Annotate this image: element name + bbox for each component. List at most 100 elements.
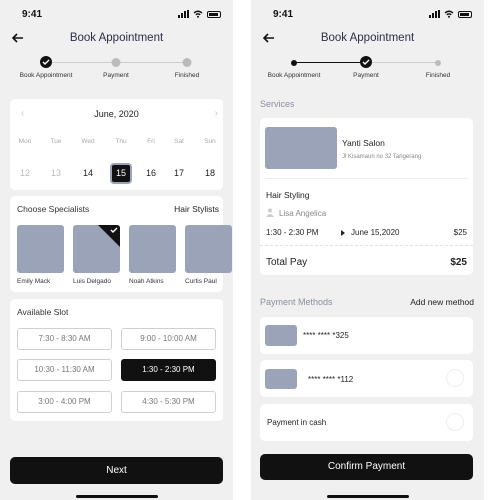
time-slot[interactable]: 3:00 - 4:00 PM xyxy=(17,391,112,413)
arrow-right-icon xyxy=(341,230,345,236)
next-button[interactable]: Next xyxy=(10,457,223,484)
specialist-avatar[interactable] xyxy=(17,225,64,273)
specialist-avatar[interactable] xyxy=(185,225,232,273)
time-slot[interactable]: 4:30 - 5:30 PM xyxy=(121,391,216,413)
date-cell[interactable]: 18 xyxy=(199,163,221,184)
weekday-label: Fri xyxy=(147,138,155,145)
check-icon xyxy=(362,59,370,65)
salon-image xyxy=(265,127,337,169)
date-cell[interactable]: 16 xyxy=(140,163,162,184)
payment-screen: 9:41 Book Appointment Book Appointment P… xyxy=(251,0,484,500)
service-name: Hair Styling xyxy=(266,190,310,200)
slots-card: Available Slot 7:30 - 8:30 AM 9:00 - 10:… xyxy=(10,299,223,421)
home-indicator xyxy=(75,495,158,498)
payment-option-cash[interactable]: Payment in cash xyxy=(260,404,473,441)
step-label: Payment xyxy=(103,72,129,79)
specialist-name: Luis Delgado xyxy=(73,278,111,285)
date-cell[interactable]: 17 xyxy=(168,163,190,184)
specialist-name: Curtis Paul xyxy=(185,278,217,285)
step-dot xyxy=(435,60,441,66)
time-slot-selected[interactable]: 1:30 - 2:30 PM xyxy=(121,359,216,381)
payment-radio[interactable] xyxy=(446,413,464,431)
order-summary-card: Yanti Salon Jl Kisamaun no 32 Tangerang … xyxy=(260,118,473,275)
card-image xyxy=(265,369,297,389)
signal-icon xyxy=(178,10,189,18)
card-number: **** **** *112 xyxy=(308,375,354,384)
slots-label: Available Slot xyxy=(17,307,69,317)
signal-icon xyxy=(429,10,440,18)
status-time: 9:41 xyxy=(273,9,294,20)
cash-label: Payment in cash xyxy=(267,418,327,427)
specialist-name: Noah Atkins xyxy=(129,278,164,285)
weekday-label: Thu xyxy=(115,138,127,145)
step-label: Payment xyxy=(353,72,379,79)
weekday-label: Wed xyxy=(81,138,95,145)
total-pay-label: Total Pay xyxy=(266,257,308,268)
payment-option-card[interactable]: **** **** *325 xyxy=(260,317,473,354)
service-price: $25 xyxy=(453,228,467,237)
date-cell-selected[interactable]: 15 xyxy=(110,163,132,184)
add-payment-method-link[interactable]: Add new method xyxy=(410,297,474,307)
progress-stepper: Book Appointment Payment Finished xyxy=(251,56,484,86)
calendar-card: ‹ June, 2020 › Mon Tue Wed Thu Fri Sat S… xyxy=(10,99,223,190)
date-cell[interactable]: 12 xyxy=(14,163,36,184)
check-icon xyxy=(42,59,50,65)
total-pay-value: $25 xyxy=(450,257,467,268)
status-bar: 9:41 xyxy=(273,9,472,23)
page-title: Book Appointment xyxy=(320,32,415,44)
status-time: 9:41 xyxy=(22,9,43,20)
step-dot xyxy=(182,58,192,67)
weekday-label: Mon xyxy=(18,138,32,145)
book-appointment-screen: 9:41 Book Appointment Book Appointment P… xyxy=(0,0,233,500)
next-month-icon[interactable]: › xyxy=(215,108,218,119)
specialist-name: Emily Mack xyxy=(17,278,51,285)
service-date: June 15,2020 xyxy=(351,228,400,237)
check-icon xyxy=(110,227,118,233)
stylist-name: Lisa Angelica xyxy=(279,209,327,218)
wifi-icon xyxy=(444,10,454,18)
status-bar: 9:41 xyxy=(22,9,221,23)
payment-radio[interactable] xyxy=(446,369,464,387)
specialist-filter-link[interactable]: Hair Stylists xyxy=(174,204,219,214)
confirm-payment-button[interactable]: Confirm Payment xyxy=(260,454,473,480)
weekday-label: Sun xyxy=(204,138,216,145)
battery-icon xyxy=(207,10,221,18)
payment-option-card[interactable]: **** **** *112 xyxy=(260,360,473,397)
services-heading: Services xyxy=(260,99,295,109)
dashed-divider xyxy=(260,245,473,246)
header: Book Appointment xyxy=(0,28,233,50)
header: Book Appointment xyxy=(251,28,484,50)
date-cell[interactable]: 13 xyxy=(45,163,67,184)
screen: 9:41 Book Appointment Book Appointment P… xyxy=(0,0,500,500)
calendar-month: June, 2020 xyxy=(94,109,139,119)
home-indicator xyxy=(326,495,409,498)
step-dot-active xyxy=(360,56,372,68)
progress-stepper: Book Appointment Payment Finished xyxy=(0,56,233,86)
step-dot-active xyxy=(40,56,52,68)
service-time: 1:30 - 2:30 PM xyxy=(266,228,319,237)
specialist-avatar-selected[interactable] xyxy=(73,225,120,273)
stepper-line xyxy=(366,62,438,63)
time-slot[interactable]: 7:30 - 8:30 AM xyxy=(17,328,112,350)
time-slot[interactable]: 9:00 - 10:00 AM xyxy=(121,328,216,350)
battery-icon xyxy=(458,10,472,18)
step-dot xyxy=(111,58,121,67)
stepper-line-done xyxy=(294,62,366,63)
step-label: Finished xyxy=(425,72,451,79)
time-slot[interactable]: 10:30 - 11:30 AM xyxy=(17,359,112,381)
weekday-label: Sat xyxy=(174,138,184,145)
card-image xyxy=(265,325,297,346)
weekday-label: Tue xyxy=(50,138,62,145)
divider xyxy=(265,178,468,179)
card-number: **** **** *325 xyxy=(303,331,349,340)
salon-name: Yanti Salon xyxy=(342,138,385,148)
date-cell[interactable]: 14 xyxy=(77,163,99,184)
specialists-card: Choose Specialists Hair Stylists Emily M… xyxy=(10,196,232,292)
payment-methods-heading: Payment Methods xyxy=(260,297,333,307)
person-icon xyxy=(266,208,274,217)
step-label: Book Appointment xyxy=(267,72,321,79)
salon-address: Jl Kisamaun no 32 Tangerang xyxy=(342,154,422,160)
step-dot-done xyxy=(291,60,297,66)
wifi-icon xyxy=(193,10,203,18)
specialist-avatar[interactable] xyxy=(129,225,176,273)
